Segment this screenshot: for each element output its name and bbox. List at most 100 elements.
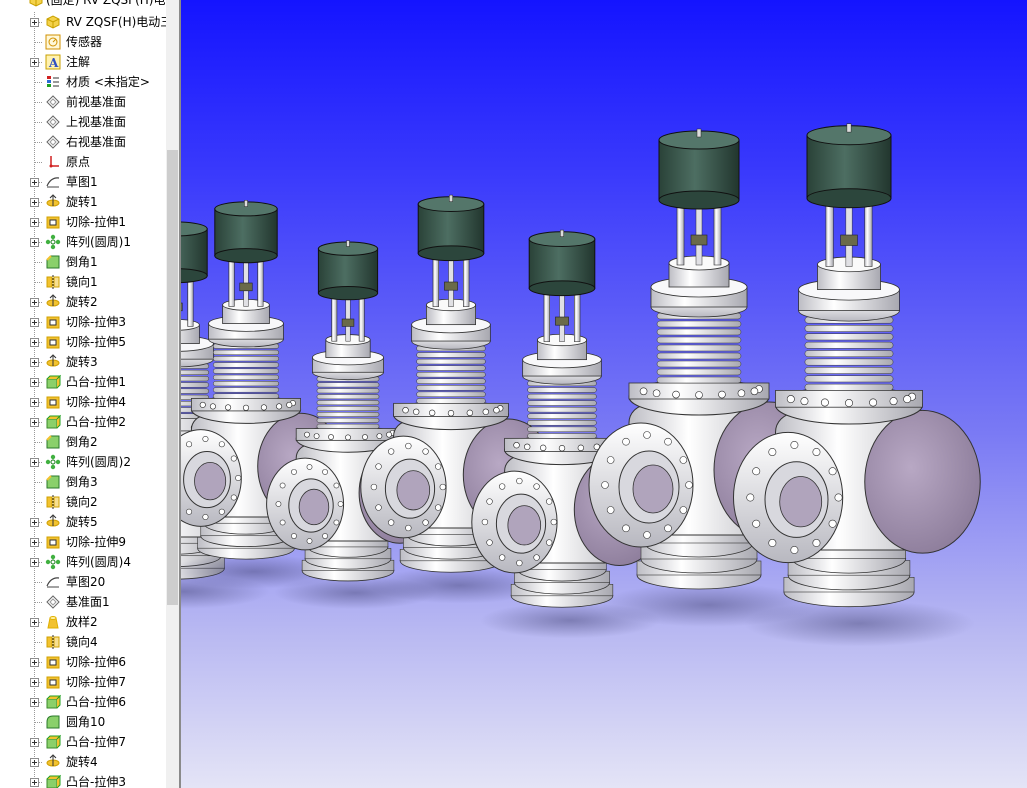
expand-icon[interactable]: [30, 58, 39, 67]
tree-item-label: 旋转5: [66, 515, 98, 529]
expand-icon[interactable]: [30, 738, 39, 747]
graphics-viewport[interactable]: [181, 0, 1027, 788]
expand-icon[interactable]: [30, 378, 39, 387]
cut-extrude-icon: [45, 534, 61, 550]
expand-icon[interactable]: [30, 458, 39, 467]
tree-guide-branch: [35, 602, 43, 603]
tree-item[interactable]: 原点: [0, 152, 166, 172]
tree-item[interactable]: 切除-拉伸7: [0, 672, 166, 692]
tree-item-label: 倒角2: [66, 435, 98, 449]
tree-item-label: 切除-拉伸5: [66, 335, 126, 349]
tree-item[interactable]: 材质 <未指定>: [0, 72, 166, 92]
tree-item[interactable]: 切除-拉伸5: [0, 332, 166, 352]
tree-item[interactable]: 切除-拉伸9: [0, 532, 166, 552]
expand-icon[interactable]: [30, 658, 39, 667]
tree-item-label: 倒角3: [66, 475, 98, 489]
tree-item[interactable]: 倒角1: [0, 252, 166, 272]
expand-icon[interactable]: [30, 238, 39, 247]
expand-icon[interactable]: [30, 418, 39, 427]
tree-root-part[interactable]: (固定) RV ZQSF(H)电动三: [0, 0, 180, 12]
boss-extrude-icon: [45, 774, 62, 788]
tree-item[interactable]: 切除-拉伸4: [0, 392, 166, 412]
tree-item[interactable]: 凸台-拉伸1: [0, 372, 166, 392]
tree-item[interactable]: 前视基准面: [0, 92, 166, 112]
expand-icon[interactable]: [30, 18, 39, 27]
tree-item[interactable]: 草图1: [0, 172, 166, 192]
sketch-icon: [45, 174, 61, 190]
tree-item-label: 镜向1: [66, 275, 98, 289]
revolve-icon: [45, 754, 61, 770]
tree-item[interactable]: 阵列(圆周)2: [0, 452, 166, 472]
tree-item[interactable]: 切除-拉伸3: [0, 312, 166, 332]
tree-item-label: 草图1: [66, 175, 98, 189]
boss-extrude-icon: [45, 414, 62, 430]
tree-item-label: 注解: [66, 55, 91, 69]
tree-item[interactable]: 切除-拉伸6: [0, 652, 166, 672]
tree-item[interactable]: 凸台-拉伸3: [0, 772, 166, 788]
tree-item-label: 切除-拉伸9: [66, 535, 126, 549]
tree-scrollbar-thumb[interactable]: [167, 150, 178, 605]
expand-icon[interactable]: [30, 558, 39, 567]
tree-guide-branch: [35, 82, 43, 83]
tree-item[interactable]: 上视基准面: [0, 112, 166, 132]
tree-item-label: 凸台-拉伸6: [66, 695, 126, 709]
feature-manager-tree[interactable]: (固定) RV ZQSF(H)电动三 RV ZQSF(H)电动三 传感器 A 注解 材质…: [0, 0, 180, 788]
expand-icon[interactable]: [30, 338, 39, 347]
tree-item[interactable]: 圆角10: [0, 712, 166, 732]
tree-item-label: 前视基准面: [66, 95, 127, 109]
tree-item[interactable]: 旋转4: [0, 752, 166, 772]
cut-extrude-icon: [45, 334, 61, 350]
tree-item[interactable]: A 注解: [0, 52, 166, 72]
tree-guide-branch: [35, 262, 43, 263]
tree-item[interactable]: 旋转5: [0, 512, 166, 532]
tree-item-label: 右视基准面: [66, 135, 127, 149]
boss-extrude-icon: [45, 694, 62, 710]
tree-item[interactable]: 放样2: [0, 612, 166, 632]
circular-pattern-icon: [45, 234, 61, 250]
tree-item-label: 传感器: [66, 35, 103, 49]
tree-item[interactable]: 草图20: [0, 572, 166, 592]
tree-item[interactable]: 基准面1: [0, 592, 166, 612]
expand-icon[interactable]: [30, 198, 39, 207]
tree-item[interactable]: 传感器: [0, 32, 166, 52]
tree-item-label: 凸台-拉伸3: [66, 775, 126, 788]
chamfer-icon: [45, 434, 61, 450]
expand-icon[interactable]: [30, 538, 39, 547]
tree-item[interactable]: 凸台-拉伸2: [0, 412, 166, 432]
tree-item-label: 凸台-拉伸2: [66, 415, 126, 429]
tree-item[interactable]: 旋转3: [0, 352, 166, 372]
expand-icon[interactable]: [30, 778, 39, 787]
tree-item-label: 旋转4: [66, 755, 98, 769]
tree-item[interactable]: 阵列(圆周)1: [0, 232, 166, 252]
tree-item[interactable]: 旋转2: [0, 292, 166, 312]
expand-icon[interactable]: [30, 398, 39, 407]
tree-item[interactable]: 切除-拉伸1: [0, 212, 166, 232]
expand-icon[interactable]: [30, 678, 39, 687]
tree-item[interactable]: 镜向4: [0, 632, 166, 652]
tree-item[interactable]: 阵列(圆周)4: [0, 552, 166, 572]
tree-guide-branch: [35, 482, 43, 483]
expand-icon[interactable]: [30, 218, 39, 227]
tree-item[interactable]: 镜向1: [0, 272, 166, 292]
tree-item[interactable]: RV ZQSF(H)电动三: [0, 12, 172, 32]
expand-icon[interactable]: [30, 618, 39, 627]
expand-icon[interactable]: [30, 358, 39, 367]
expand-icon[interactable]: [30, 518, 39, 527]
expand-icon[interactable]: [30, 758, 39, 767]
tree-item[interactable]: 右视基准面: [0, 132, 166, 152]
expand-icon[interactable]: [30, 298, 39, 307]
tree-item-label: RV ZQSF(H)电动三: [66, 15, 173, 29]
tree-item[interactable]: 倒角3: [0, 472, 166, 492]
tree-item[interactable]: 倒角2: [0, 432, 166, 452]
expand-icon[interactable]: [30, 318, 39, 327]
expand-icon[interactable]: [30, 698, 39, 707]
tree-item[interactable]: 旋转1: [0, 192, 166, 212]
tree-item[interactable]: 凸台-拉伸7: [0, 732, 166, 752]
tree-item[interactable]: 镜向2: [0, 492, 166, 512]
tree-item-label: 阵列(圆周)1: [66, 235, 131, 249]
tree-item[interactable]: 凸台-拉伸6: [0, 692, 166, 712]
tree-item-label: 切除-拉伸7: [66, 675, 126, 689]
expand-icon[interactable]: [30, 178, 39, 187]
tree-item-label: 切除-拉伸6: [66, 655, 126, 669]
origin-icon: [45, 154, 61, 170]
